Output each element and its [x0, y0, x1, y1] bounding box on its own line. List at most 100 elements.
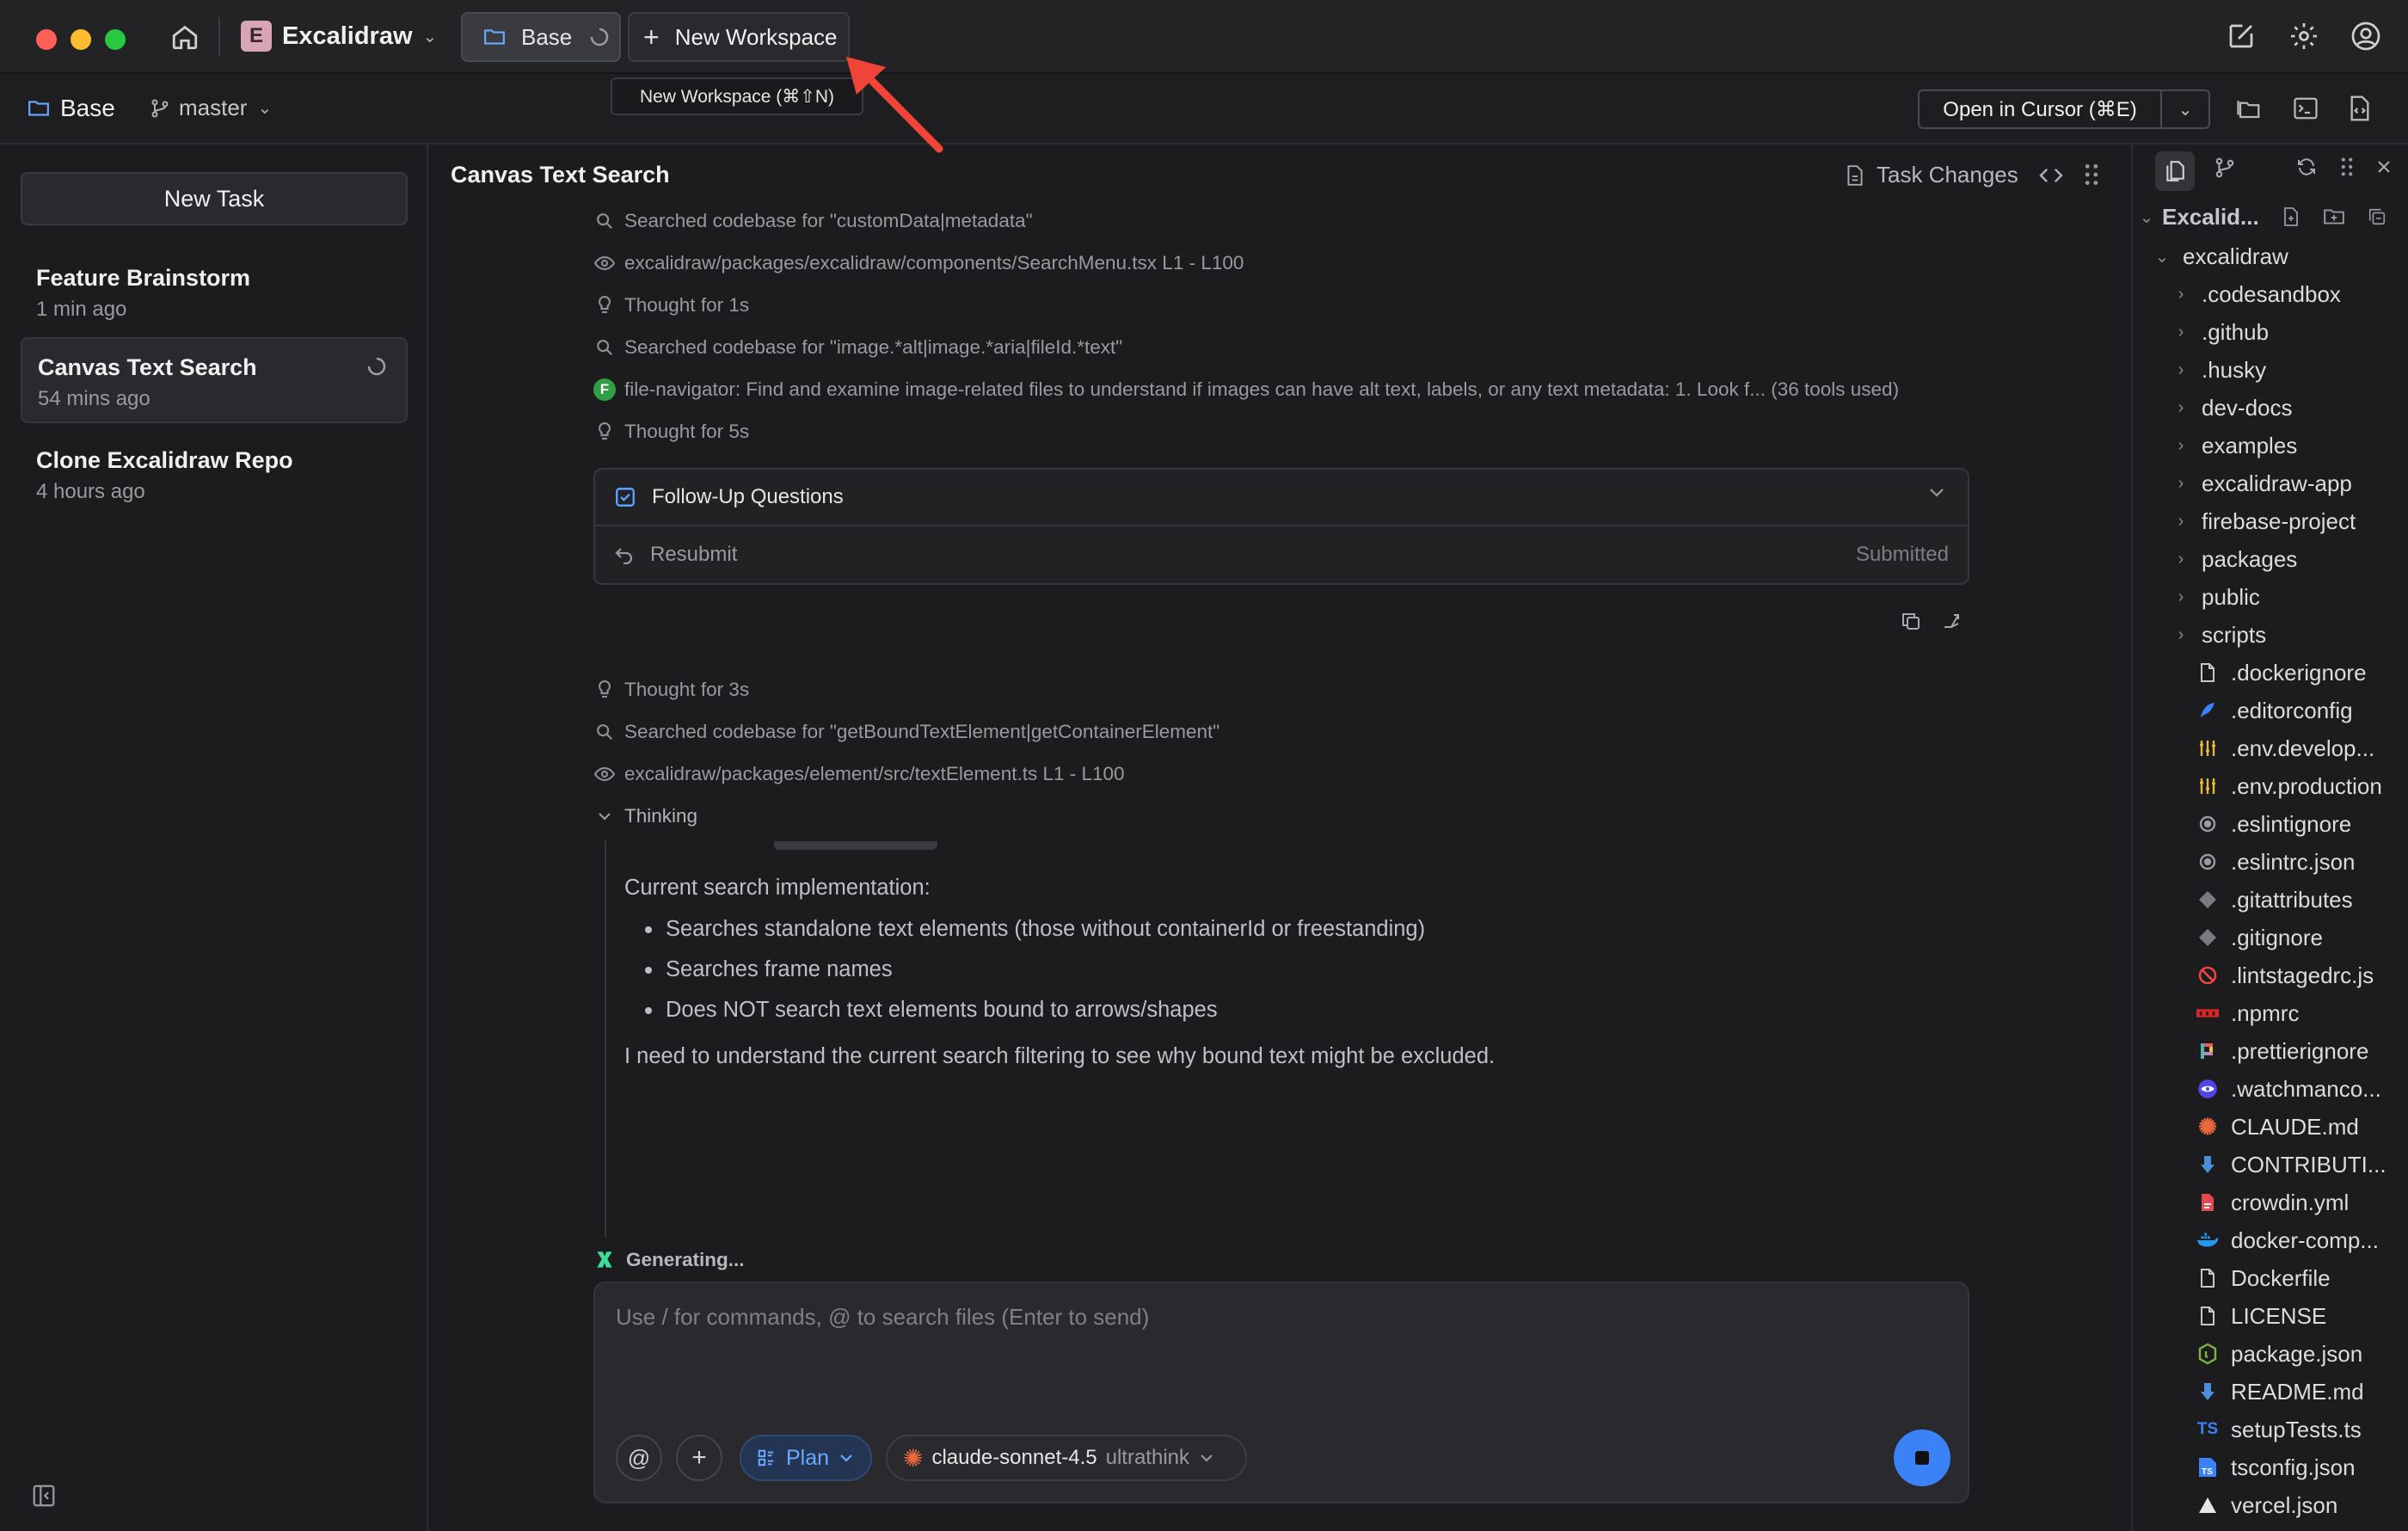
- tree-file[interactable]: docker-comp...: [2133, 1221, 2408, 1259]
- new-task-button[interactable]: New Task: [21, 172, 408, 225]
- source-control-icon[interactable]: [2214, 157, 2236, 179]
- prompt-input[interactable]: Use / for commands, @ to search files (E…: [616, 1304, 1149, 1331]
- task-item[interactable]: Feature Brainstorm 1 min ago: [21, 249, 408, 335]
- tree-folder[interactable]: › .codesandbox: [2133, 275, 2408, 313]
- tree-folder[interactable]: › public: [2133, 578, 2408, 616]
- resubmit-button[interactable]: Resubmit: [650, 543, 737, 567]
- tree-file[interactable]: LICENSE: [2133, 1297, 2408, 1335]
- tree-folder[interactable]: › scripts: [2133, 616, 2408, 654]
- tree-item-label: examples: [2202, 432, 2298, 458]
- mention-button[interactable]: @: [616, 1435, 662, 1481]
- task-changes-button[interactable]: Task Changes: [1846, 162, 2018, 188]
- branch-selector[interactable]: master ⌄: [150, 95, 272, 121]
- collapse-all-icon[interactable]: [2368, 207, 2386, 226]
- folders-icon[interactable]: [2236, 96, 2262, 120]
- terminal-icon[interactable]: [2293, 96, 2319, 120]
- tree-file[interactable]: .lintstagedrc.js: [2133, 956, 2408, 994]
- zoom-window-button[interactable]: [105, 29, 126, 50]
- activity-subagent[interactable]: F file-navigator: Find and examine image…: [593, 378, 1899, 401]
- tree-folder[interactable]: › excalidraw-app: [2133, 464, 2408, 502]
- tree-file[interactable]: .eslintignore: [2133, 805, 2408, 843]
- annotation-arrow: [846, 57, 943, 153]
- activity-read-file[interactable]: excalidraw/packages/element/src/textElem…: [593, 763, 1125, 785]
- search-icon: [593, 336, 616, 359]
- tree-file[interactable]: .env.develop...: [2133, 729, 2408, 767]
- chevron-right-icon: ›: [2178, 284, 2184, 304]
- tree-file[interactable]: .watchmanco...: [2133, 1070, 2408, 1108]
- tree-file[interactable]: ✺ CLAUDE.md: [2133, 1108, 2408, 1146]
- stop-button[interactable]: [1894, 1430, 1950, 1486]
- tree-item-label: .env.develop...: [2231, 735, 2375, 761]
- code-file-icon[interactable]: [2348, 95, 2372, 122]
- new-file-icon[interactable]: [2282, 206, 2300, 227]
- mode-selector[interactable]: Plan: [740, 1435, 872, 1481]
- tree-root-folder[interactable]: ⌄ excalidraw: [2133, 237, 2408, 275]
- workspace-selector[interactable]: Base: [28, 95, 115, 122]
- tree-folder[interactable]: › .husky: [2133, 351, 2408, 389]
- open-in-dropdown-button[interactable]: ⌄: [2160, 89, 2210, 129]
- minimize-window-button[interactable]: [71, 29, 91, 50]
- tree-file[interactable]: package.json: [2133, 1335, 2408, 1373]
- thinking-label: Thinking: [624, 805, 698, 827]
- app-switcher[interactable]: E Excalidraw ⌄: [241, 21, 437, 52]
- chevron-down-icon: [1928, 487, 1945, 499]
- tree-folder[interactable]: › examples: [2133, 427, 2408, 464]
- tree-folder[interactable]: › firebase-project: [2133, 502, 2408, 540]
- copy-icon[interactable]: [1901, 611, 1921, 631]
- task-item[interactable]: Clone Excalidraw Repo 4 hours ago: [21, 432, 408, 518]
- new-workspace-button[interactable]: + New Workspace: [628, 12, 850, 62]
- drag-handle-icon[interactable]: [2341, 157, 2353, 177]
- project-header[interactable]: ⌄ Excalid...: [2133, 198, 2408, 236]
- gear-icon[interactable]: [2288, 21, 2319, 52]
- tree-file[interactable]: .dockerignore: [2133, 654, 2408, 692]
- env-icon: [2196, 737, 2219, 759]
- attach-button[interactable]: +: [676, 1435, 722, 1481]
- thinking-toggle[interactable]: Thinking: [593, 805, 697, 827]
- collapse-sidebar-icon[interactable]: [31, 1483, 57, 1509]
- tree-file[interactable]: .eslintrc.json: [2133, 843, 2408, 881]
- account-icon[interactable]: [2350, 21, 2381, 52]
- close-window-button[interactable]: [36, 29, 57, 50]
- compose-icon[interactable]: [2226, 21, 2257, 52]
- tree-file[interactable]: .env.production: [2133, 767, 2408, 805]
- tree-file[interactable]: crowdin.yml: [2133, 1184, 2408, 1221]
- activity-search: Searched codebase for "getBoundTextEleme…: [593, 721, 1219, 743]
- home-icon[interactable]: [170, 22, 200, 52]
- tree-file[interactable]: Dockerfile: [2133, 1259, 2408, 1297]
- tree-file[interactable]: TS tsconfig.json: [2133, 1448, 2408, 1486]
- new-workspace-label: New Workspace: [674, 23, 838, 50]
- tree-file[interactable]: .npmrc: [2133, 994, 2408, 1032]
- refresh-icon[interactable]: [2296, 157, 2317, 177]
- task-title: Clone Excalidraw Repo: [36, 447, 293, 473]
- tab-base[interactable]: Base: [461, 12, 621, 62]
- tree-file[interactable]: README.md: [2133, 1373, 2408, 1411]
- follow-up-header[interactable]: Follow-Up Questions: [595, 470, 1968, 526]
- drag-handle-icon[interactable]: [2085, 163, 2098, 186]
- close-icon[interactable]: [2375, 158, 2393, 175]
- tree-file[interactable]: .prettierignore: [2133, 1032, 2408, 1070]
- fork-icon[interactable]: [1942, 611, 1963, 631]
- open-in-cursor-button[interactable]: Open in Cursor (⌘E): [1918, 89, 2162, 129]
- code-view-icon[interactable]: [2038, 165, 2064, 186]
- tree-folder[interactable]: › dev-docs: [2133, 389, 2408, 427]
- new-folder-icon[interactable]: [2323, 207, 2345, 226]
- tree-file[interactable]: .editorconfig: [2133, 692, 2408, 729]
- app-name: Excalidraw: [282, 22, 413, 50]
- tree-file[interactable]: TS setupTests.ts: [2133, 1411, 2408, 1448]
- activity-thought: Thought for 1s: [593, 294, 749, 317]
- plus-icon: +: [643, 21, 660, 52]
- tree-file[interactable]: CONTRIBUTI...: [2133, 1146, 2408, 1184]
- prompt-box: Use / for commands, @ to search files (E…: [593, 1282, 1969, 1503]
- tree-file[interactable]: .gitignore: [2133, 919, 2408, 956]
- tree-folder[interactable]: › packages: [2133, 540, 2408, 578]
- files-tab[interactable]: [2155, 151, 2195, 191]
- chevron-right-icon: ›: [2178, 473, 2184, 493]
- at-icon: @: [627, 1444, 651, 1471]
- model-selector[interactable]: ✺ claude-sonnet-4.5 ultrathink: [886, 1435, 1247, 1481]
- tree-folder[interactable]: › .github: [2133, 313, 2408, 351]
- activity-read-file[interactable]: excalidraw/packages/excalidraw/component…: [593, 252, 1244, 274]
- task-item-selected[interactable]: Canvas Text Search 54 mins ago: [21, 337, 408, 423]
- tree-file[interactable]: .gitattributes: [2133, 881, 2408, 919]
- activity-text: excalidraw/packages/excalidraw/component…: [624, 252, 1244, 274]
- tree-file[interactable]: vercel.json: [2133, 1486, 2408, 1524]
